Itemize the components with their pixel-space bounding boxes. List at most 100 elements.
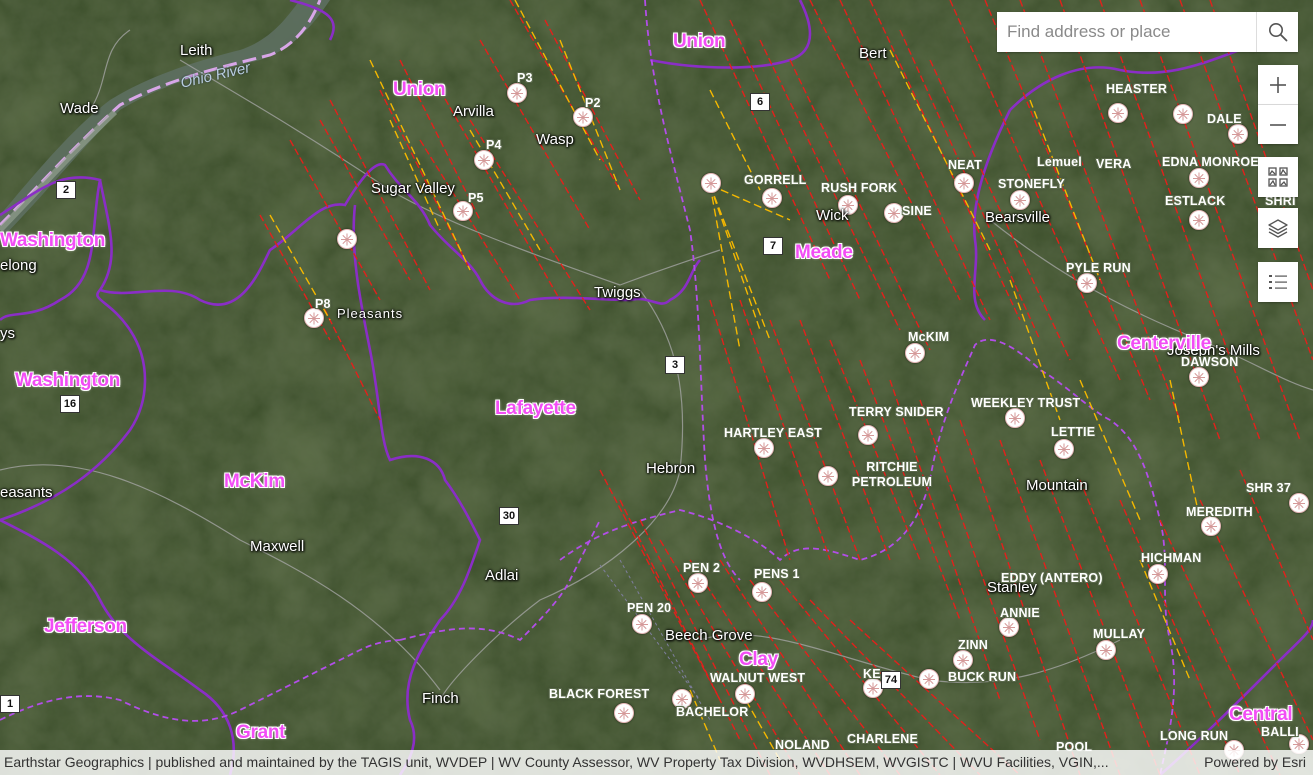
plus-icon bbox=[1270, 76, 1286, 93]
well-marker[interactable] bbox=[1108, 103, 1128, 123]
place-label: Sugar Valley bbox=[371, 180, 455, 197]
field-label: ANNIE bbox=[1000, 606, 1040, 620]
field-label: GORRELL bbox=[744, 173, 807, 187]
place-label: elong bbox=[0, 257, 37, 274]
field-label: DAWSON bbox=[1181, 355, 1239, 369]
well-marker[interactable] bbox=[573, 107, 593, 127]
basemap-gallery-icon bbox=[1268, 167, 1288, 187]
well-marker[interactable] bbox=[1289, 493, 1309, 513]
well-marker[interactable] bbox=[754, 438, 774, 458]
well-marker[interactable] bbox=[688, 573, 708, 593]
zoom-in-button[interactable] bbox=[1258, 65, 1298, 105]
district-label: Washington bbox=[15, 370, 120, 391]
well-marker[interactable] bbox=[863, 678, 883, 698]
well-marker[interactable] bbox=[474, 150, 494, 170]
place-label: Wade bbox=[60, 100, 99, 117]
route-shield: 30 bbox=[499, 507, 519, 525]
well-marker[interactable] bbox=[632, 614, 652, 634]
field-label: LONG RUN bbox=[1160, 729, 1229, 743]
well-marker[interactable] bbox=[1201, 516, 1221, 536]
well-marker[interactable] bbox=[337, 229, 357, 249]
well-marker[interactable] bbox=[1077, 273, 1097, 293]
well-marker[interactable] bbox=[1189, 210, 1209, 230]
well-marker[interactable] bbox=[1054, 439, 1074, 459]
route-shield: 2 bbox=[56, 181, 76, 199]
well-marker[interactable] bbox=[614, 703, 634, 723]
legend-button[interactable] bbox=[1258, 262, 1298, 302]
place-label: Finch bbox=[422, 690, 459, 707]
place-label: Leith bbox=[180, 42, 213, 59]
well-marker[interactable] bbox=[1189, 367, 1209, 387]
basemap-gallery-button[interactable] bbox=[1258, 157, 1298, 197]
place-label: easants bbox=[0, 484, 53, 501]
place-label: Maxwell bbox=[250, 538, 305, 555]
well-marker[interactable] bbox=[1096, 640, 1116, 660]
place-label: Bearsville bbox=[985, 209, 1051, 226]
field-label: HEASTER bbox=[1106, 82, 1168, 96]
field-label: P2 bbox=[585, 96, 601, 110]
district-label: Washington bbox=[0, 230, 105, 251]
well-marker[interactable] bbox=[1005, 408, 1025, 428]
field-label: MEREDITH bbox=[1186, 505, 1253, 519]
route-shield: 1 bbox=[0, 695, 20, 713]
well-marker[interactable] bbox=[954, 173, 974, 193]
field-label: SINE bbox=[902, 204, 932, 218]
attribution-text[interactable]: Earthstar Geographics | published and ma… bbox=[4, 751, 1184, 773]
field-label: CHARLENE bbox=[847, 732, 919, 746]
district-label: Grant bbox=[236, 722, 286, 743]
well-marker[interactable] bbox=[1173, 104, 1193, 124]
field-label: DALE bbox=[1207, 112, 1242, 126]
zoom-out-button[interactable] bbox=[1258, 105, 1298, 144]
place-label: Arvilla bbox=[453, 103, 494, 120]
well-marker[interactable] bbox=[818, 466, 838, 486]
place-label: Mountain bbox=[1026, 477, 1088, 494]
field-label: P4 bbox=[486, 138, 502, 152]
well-marker[interactable] bbox=[1010, 190, 1030, 210]
route-shield: 3 bbox=[665, 356, 685, 374]
place-label: Wick bbox=[816, 207, 849, 224]
field-label: PYLE RUN bbox=[1066, 261, 1131, 275]
field-label: PEN 20 bbox=[627, 601, 672, 615]
layer-list-button[interactable] bbox=[1258, 208, 1298, 248]
field-label: RUSH FORK bbox=[821, 181, 898, 195]
place-label: Hebron bbox=[646, 460, 696, 477]
place-label: Pleasants bbox=[337, 306, 404, 321]
field-label: VERA bbox=[1096, 157, 1132, 171]
well-marker[interactable] bbox=[858, 425, 878, 445]
well-marker[interactable] bbox=[762, 188, 782, 208]
well-marker[interactable] bbox=[507, 83, 527, 103]
powered-by-esri-link[interactable]: Powered by Esri bbox=[1204, 751, 1306, 773]
route-shield: 6 bbox=[750, 93, 770, 111]
search-button[interactable] bbox=[1256, 12, 1299, 52]
district-label: Central bbox=[1229, 704, 1293, 725]
search-icon bbox=[1269, 23, 1288, 42]
field-label: NEAT bbox=[948, 158, 982, 172]
well-marker[interactable] bbox=[1189, 168, 1209, 188]
well-marker[interactable] bbox=[884, 203, 904, 223]
well-marker[interactable] bbox=[304, 308, 324, 328]
search-widget bbox=[997, 12, 1298, 52]
field-label: EDDY (ANTERO) bbox=[1001, 571, 1103, 585]
well-marker[interactable] bbox=[1228, 124, 1248, 144]
well-marker[interactable] bbox=[919, 669, 939, 689]
legend-list-icon bbox=[1269, 275, 1287, 289]
minus-icon bbox=[1270, 123, 1286, 126]
well-marker[interactable] bbox=[735, 684, 755, 704]
attribution-bar: Earthstar Geographics | published and ma… bbox=[0, 750, 1313, 775]
well-marker[interactable] bbox=[999, 617, 1019, 637]
district-label: Union bbox=[393, 79, 446, 100]
well-marker[interactable] bbox=[953, 650, 973, 670]
district-label: McKim bbox=[224, 471, 285, 492]
district-label: Meade bbox=[795, 242, 853, 263]
field-label: BUCK RUN bbox=[948, 670, 1017, 684]
well-marker[interactable] bbox=[905, 343, 925, 363]
field-label: P5 bbox=[468, 191, 484, 205]
field-label: LETTIE bbox=[1051, 425, 1096, 439]
field-label: ZINN bbox=[958, 638, 988, 652]
well-marker[interactable] bbox=[752, 582, 772, 602]
search-input[interactable] bbox=[997, 12, 1255, 52]
field-label: WEEKLEY TRUST bbox=[971, 396, 1081, 410]
well-marker[interactable] bbox=[1148, 564, 1168, 584]
route-shield: 7 bbox=[763, 237, 783, 255]
well-marker[interactable] bbox=[701, 173, 721, 193]
